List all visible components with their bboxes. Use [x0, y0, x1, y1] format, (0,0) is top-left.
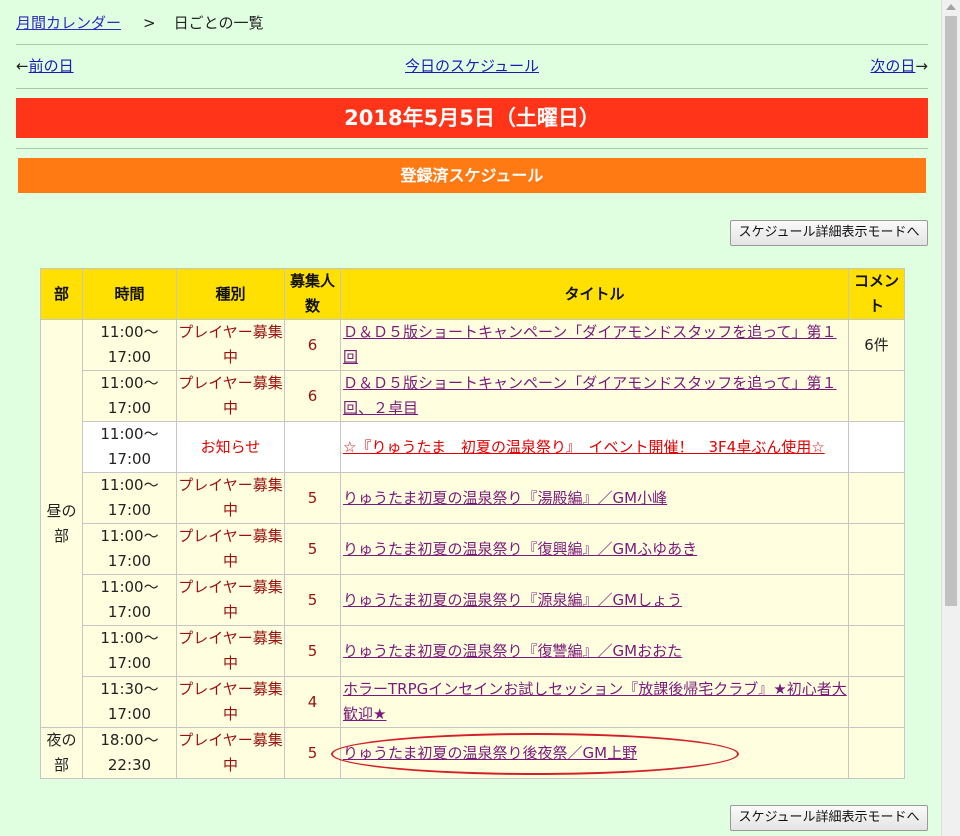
- today-nav: 今日のスケジュール: [16, 55, 928, 77]
- title-cell: りゅうたま初夏の温泉祭り『源泉編』／GMしょう: [340, 574, 849, 626]
- table-row: 11:00〜17:00 プレイヤー募集中 6 Ｄ＆Ｄ５版ショートキャンペーン「ダ…: [41, 370, 905, 422]
- event-title-link[interactable]: ホラーTRPGインセインお試しセッション『放課後帰宅クラブ』★初心者大歓迎★: [343, 680, 847, 723]
- kind-cell: プレイヤー募集中: [176, 472, 285, 524]
- header-time: 時間: [82, 268, 177, 320]
- title-cell: Ｄ＆Ｄ５版ショートキャンペーン「ダイアモンドスタッフを追って」第１回: [340, 319, 849, 371]
- kind-cell: プレイヤー募集中: [176, 727, 285, 779]
- title-cell: りゅうたま初夏の温泉祭り『復讐編』／GMおおた: [340, 625, 849, 677]
- vertical-scrollbar[interactable]: [941, 0, 960, 836]
- next-day-link[interactable]: 次の日: [870, 57, 915, 75]
- comment-cell: [848, 727, 905, 779]
- kind-cell: プレイヤー募集中: [176, 676, 285, 728]
- time-cell: 11:00〜17:00: [82, 370, 177, 422]
- breadcrumb-month-calendar-link[interactable]: 月間カレンダー: [16, 14, 121, 32]
- comment-cell: [848, 421, 905, 473]
- breadcrumb-current: 日ごとの一覧: [173, 14, 264, 32]
- table-row: 11:30〜17:00 プレイヤー募集中 4 ホラーTRPGインセインお試しセッ…: [41, 676, 905, 728]
- count-cell: 5: [284, 472, 341, 524]
- table-row-notice: 11:00〜17:00 お知らせ ☆『りゅうたま 初夏の温泉祭り』 イベント開催…: [41, 421, 905, 473]
- table-row: 夜の部 18:00〜22:30 プレイヤー募集中 5 りゅうたま初夏の温泉祭り後…: [40, 727, 905, 779]
- header-part: 部: [40, 268, 83, 320]
- time-cell: 11:00〜17:00: [82, 574, 177, 626]
- time-cell: 18:00〜22:30: [82, 727, 177, 779]
- count-cell: 6: [284, 319, 341, 371]
- table-row: 11:00〜17:00 プレイヤー募集中 5 りゅうたま初夏の温泉祭り『復興編』…: [41, 523, 905, 575]
- header-comment: コメント: [848, 268, 905, 320]
- title-cell: りゅうたま初夏の温泉祭り『復興編』／GMふゆあき: [340, 523, 849, 575]
- title-cell: りゅうたま初夏の温泉祭り後夜祭／GM上野: [340, 727, 849, 779]
- kind-cell: お知らせ: [176, 421, 285, 473]
- table-row: 11:00〜17:00 プレイヤー募集中 5 りゅうたま初夏の温泉祭り『源泉編』…: [41, 574, 905, 626]
- divider: [16, 44, 928, 45]
- next-day-nav: 次の日→: [870, 55, 928, 77]
- kind-cell: プレイヤー募集中: [176, 574, 285, 626]
- title-cell: りゅうたま初夏の温泉祭り『湯殿編』／GM小峰: [340, 472, 849, 524]
- time-cell: 11:00〜17:00: [82, 472, 177, 524]
- today-schedule-link[interactable]: 今日のスケジュール: [405, 57, 539, 75]
- title-cell: ☆『りゅうたま 初夏の温泉祭り』 イベント開催！ 3F4卓ぶん使用☆: [340, 421, 849, 473]
- count-cell: 5: [284, 523, 341, 575]
- kind-cell: プレイヤー募集中: [176, 523, 285, 575]
- table-header-row: 部 時間 種別 募集人数 タイトル コメント: [40, 268, 905, 320]
- header-title: タイトル: [340, 268, 849, 320]
- header-kind: 種別: [176, 268, 285, 320]
- kind-cell: プレイヤー募集中: [176, 370, 285, 422]
- table-row: 11:00〜17:00 プレイヤー募集中 5 りゅうたま初夏の温泉祭り『復讐編』…: [41, 625, 905, 677]
- comment-cell: [848, 370, 905, 422]
- event-title-link[interactable]: ☆『りゅうたま 初夏の温泉祭り』 イベント開催！ 3F4卓ぶん使用☆: [343, 438, 825, 456]
- event-title-link[interactable]: りゅうたま初夏の温泉祭り『湯殿編』／GM小峰: [343, 489, 667, 507]
- table-row: 11:00〜17:00 プレイヤー募集中 5 りゅうたま初夏の温泉祭り『湯殿編』…: [41, 472, 905, 524]
- date-title: 2018年5月5日（土曜日）: [16, 98, 928, 138]
- count-cell: [284, 421, 341, 473]
- header-count: 募集人数: [284, 268, 341, 320]
- detail-mode-button-bottom[interactable]: スケジュール詳細表示モードへ: [730, 805, 928, 831]
- count-cell: 5: [284, 625, 341, 677]
- time-cell: 11:00〜17:00: [82, 421, 177, 473]
- comment-cell: [848, 574, 905, 626]
- comment-cell: 6件: [848, 319, 905, 371]
- comment-cell: [848, 472, 905, 524]
- section-title: 登録済スケジュール: [18, 158, 926, 193]
- time-cell: 11:30〜17:00: [82, 676, 177, 728]
- count-cell: 5: [284, 727, 341, 779]
- event-title-link[interactable]: りゅうたま初夏の温泉祭り『復讐編』／GMおおた: [343, 642, 682, 660]
- title-cell: ホラーTRPGインセインお試しセッション『放課後帰宅クラブ』★初心者大歓迎★: [340, 676, 849, 728]
- table-row: 昼の部 11:00〜17:00 プレイヤー募集中 6 Ｄ＆Ｄ５版ショートキャンペ…: [40, 319, 905, 728]
- time-cell: 11:00〜17:00: [82, 625, 177, 677]
- divider: [16, 148, 928, 149]
- event-title-link[interactable]: りゅうたま初夏の温泉祭り『復興編』／GMふゆあき: [343, 540, 697, 558]
- count-cell: 5: [284, 574, 341, 626]
- part-night: 夜の部: [40, 727, 83, 779]
- right-arrow-icon: →: [915, 57, 928, 75]
- event-title-link[interactable]: りゅうたま初夏の温泉祭り後夜祭／GM上野: [343, 744, 637, 762]
- event-title-link[interactable]: Ｄ＆Ｄ５版ショートキャンペーン「ダイアモンドスタッフを追って」第１回: [343, 323, 837, 366]
- comment-cell: [848, 523, 905, 575]
- time-cell: 11:00〜17:00: [82, 319, 177, 371]
- title-cell: Ｄ＆Ｄ５版ショートキャンペーン「ダイアモンドスタッフを追って」第１回、２卓目: [340, 370, 849, 422]
- event-title-link[interactable]: りゅうたま初夏の温泉祭り『源泉編』／GMしょう: [343, 591, 682, 609]
- breadcrumb: 月間カレンダー > 日ごとの一覧: [16, 12, 263, 34]
- part-day: 昼の部: [40, 319, 83, 728]
- scrollbar-thumb[interactable]: [945, 16, 957, 606]
- count-cell: 4: [284, 676, 341, 728]
- breadcrumb-separator: >: [143, 14, 156, 32]
- schedule-table: 部 時間 種別 募集人数 タイトル コメント 昼の部 11:00〜17:00 プ…: [40, 268, 905, 779]
- day-navigation: ←前の日 今日のスケジュール 次の日→: [16, 55, 928, 77]
- kind-cell: プレイヤー募集中: [176, 625, 285, 677]
- time-cell: 11:00〜17:00: [82, 523, 177, 575]
- event-title-link[interactable]: Ｄ＆Ｄ５版ショートキャンペーン「ダイアモンドスタッフを追って」第１回、２卓目: [343, 374, 837, 417]
- detail-mode-button-top[interactable]: スケジュール詳細表示モードへ: [730, 220, 928, 246]
- count-cell: 6: [284, 370, 341, 422]
- divider: [16, 88, 928, 89]
- scroll-up-arrow-icon[interactable]: [946, 4, 956, 10]
- comment-cell: [848, 625, 905, 677]
- comment-cell: [848, 676, 905, 728]
- kind-cell: プレイヤー募集中: [176, 319, 285, 371]
